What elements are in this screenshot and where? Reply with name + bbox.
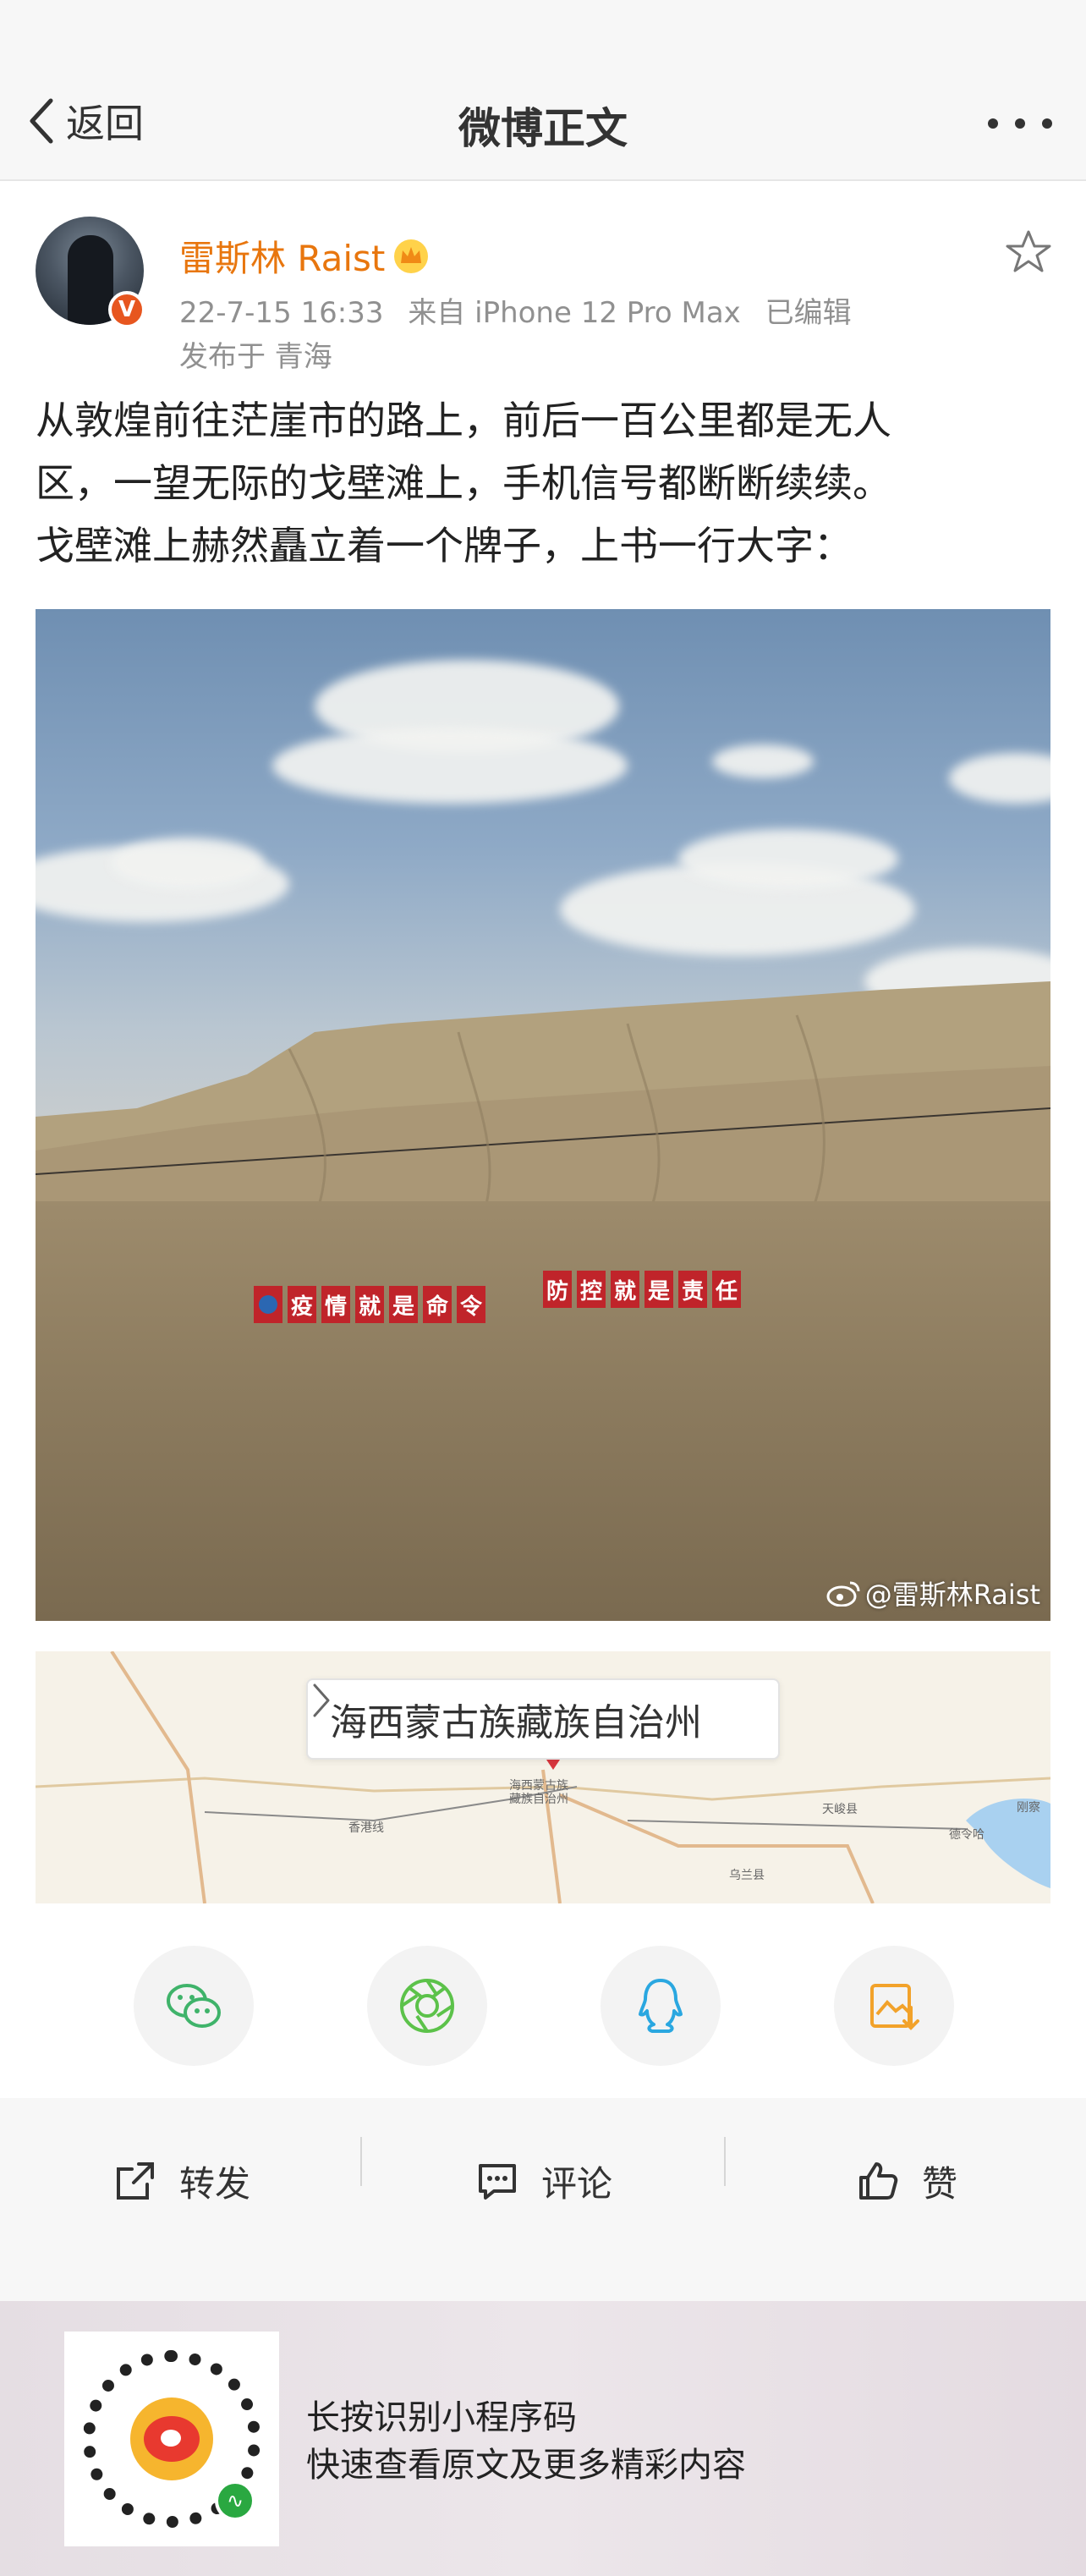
- banner-char: 防: [543, 1271, 572, 1308]
- repost-icon: [117, 2162, 154, 2200]
- map-label: 乌兰县: [729, 1869, 765, 1882]
- cloud: [272, 728, 628, 804]
- like-label: 赞: [922, 2162, 958, 2205]
- banner-char: 责: [678, 1271, 707, 1308]
- post-meta: 22-7-15 16:33 来自 iPhone 12 Pro Max 已编辑: [179, 289, 867, 331]
- banner-char: 令: [457, 1286, 485, 1323]
- moments-icon: [400, 1979, 454, 2033]
- avatar-figure: [68, 235, 113, 325]
- photo-watermark: @雷斯林Raist: [826, 1574, 1040, 1612]
- map-place-name: 海西蒙古族藏族自治州: [330, 1701, 702, 1744]
- more-options-icon[interactable]: [988, 118, 1052, 129]
- banner-char: 控: [577, 1271, 606, 1308]
- mini-program-icon: ∿: [215, 2480, 255, 2521]
- banner-logo-icon: [254, 1286, 282, 1323]
- post-text-line: 从敦煌前往茫崖市的路上，前后一百公里都是无人: [36, 398, 891, 443]
- verified-badge: V: [108, 291, 145, 328]
- username-text: 雷斯林 Raist: [179, 238, 386, 279]
- comment-button[interactable]: 评论: [475, 2147, 612, 2215]
- banner-char: 就: [355, 1286, 384, 1323]
- banner-right: 防 控 就 是 责 任: [543, 1271, 741, 1308]
- action-bar: 转发 评论 赞: [0, 2098, 1086, 2301]
- map-label: 德令哈: [949, 1828, 985, 1842]
- favorite-star-icon[interactable]: [1005, 228, 1052, 276]
- banner-char: 疫: [288, 1286, 316, 1323]
- chevron-right-icon: [313, 1683, 330, 1717]
- banner-char: 命: [423, 1286, 452, 1323]
- divider: [360, 2137, 362, 2186]
- map-label: 香港线: [348, 1821, 384, 1835]
- share-qq-button[interactable]: [601, 1946, 721, 2066]
- page-title: 微博正文: [458, 104, 628, 153]
- like-button[interactable]: 赞: [856, 2147, 957, 2215]
- map-label: 天峻县: [822, 1803, 858, 1816]
- banner-char: 任: [712, 1271, 741, 1308]
- edited-label[interactable]: 已编辑: [765, 296, 852, 330]
- comment-icon: [479, 2164, 516, 2200]
- navigation-bar: 返回 微博正文: [0, 0, 1086, 181]
- footer-line-1: 长按识别小程序码: [306, 2398, 577, 2437]
- post-source: 来自 iPhone 12 Pro Max: [408, 296, 741, 330]
- dot: [1015, 118, 1025, 129]
- watermark-text: @雷斯林Raist: [864, 1579, 1040, 1611]
- post-body: 从敦煌前往茫崖市的路上，前后一百公里都是无人 区，一望无际的戈壁滩上，手机信号都…: [36, 389, 1050, 577]
- post-location: 发布于 青海: [179, 340, 332, 374]
- location-map[interactable]: 海西蒙古族 藏族自治州 天峻县 刚察 乌兰县 德令哈 香港线 海西蒙古族藏族自治…: [36, 1651, 1050, 1903]
- repost-label: 转发: [179, 2162, 251, 2205]
- cloud: [112, 838, 264, 888]
- footer-text: 长按识别小程序码 快速查看原文及更多精彩内容: [306, 2394, 746, 2489]
- username[interactable]: 雷斯林 Raist: [179, 230, 431, 282]
- post-header: V 雷斯林 Raist 22-7-15 16:33 来自 iPhone 12 P…: [0, 181, 1086, 376]
- post-photo[interactable]: 疫 情 就 是 命 令 防 控 就 是 责 任 @雷斯林Raist: [36, 609, 1050, 1621]
- mini-program-qr-code[interactable]: ∿: [64, 2332, 279, 2546]
- banner-char: 是: [389, 1286, 418, 1323]
- qq-icon: [639, 1979, 683, 2033]
- share-moments-button[interactable]: [367, 1946, 487, 2066]
- save-image-icon: [870, 1984, 919, 2030]
- map-location-chip[interactable]: 海西蒙古族藏族自治州: [306, 1678, 780, 1760]
- dot: [988, 118, 998, 129]
- map-label: 刚察: [1017, 1801, 1040, 1815]
- post-text-line: 区，一望无际的戈壁滩上，手机信号都断断续续。: [36, 460, 891, 506]
- share-wechat-button[interactable]: [134, 1946, 254, 2066]
- repost-button[interactable]: 转发: [113, 2147, 250, 2215]
- weibo-logo-icon: [826, 1581, 860, 1607]
- banner-left: 疫 情 就 是 命 令: [254, 1286, 485, 1323]
- divider: [724, 2137, 726, 2186]
- comment-label: 评论: [541, 2162, 613, 2205]
- footer-line-2: 快速查看原文及更多精彩内容: [306, 2446, 746, 2485]
- banner-char: 情: [321, 1286, 350, 1323]
- thumbs-up-icon: [859, 2162, 898, 2200]
- photo-ground: [36, 1201, 1050, 1621]
- post-text-line: 戈壁滩上赫然矗立着一个牌子，上书一行大字：: [36, 523, 853, 568]
- save-image-button[interactable]: [834, 1946, 954, 2066]
- weibo-logo-icon: [130, 2397, 213, 2480]
- crown-icon: [394, 239, 429, 273]
- wechat-icon: [167, 1984, 221, 2028]
- cloud: [678, 829, 898, 888]
- dot: [1042, 118, 1052, 129]
- share-row: [0, 1946, 1086, 2073]
- banner-char: 是: [644, 1271, 673, 1308]
- banner-char: 就: [611, 1271, 639, 1308]
- cloud: [712, 744, 814, 778]
- map-label: 藏族自治州: [509, 1793, 568, 1806]
- mini-program-footer: ∿ 长按识别小程序码 快速查看原文及更多精彩内容: [0, 2301, 1086, 2576]
- post-time: 22-7-15 16:33: [179, 296, 384, 330]
